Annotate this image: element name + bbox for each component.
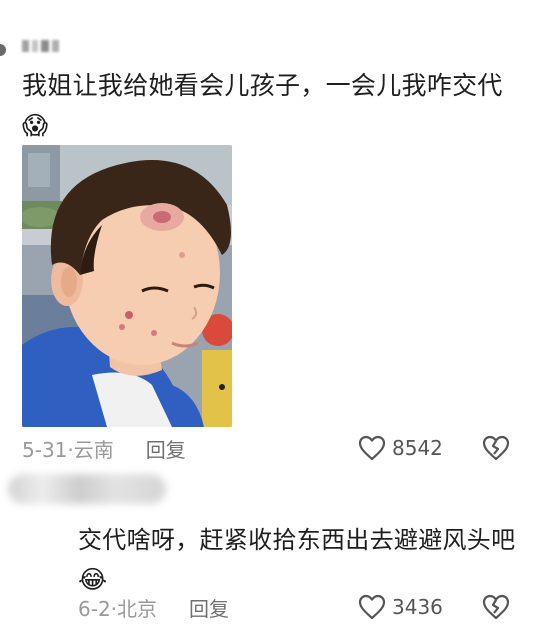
broken-heart-icon [482,594,510,620]
reply-text: 交代啥呀，赶紧收拾东西出去避避风头吧 [78,526,516,554]
laughing-crying-emoji: 😂 [78,565,108,594]
heart-outline-icon [358,594,386,620]
child-photo-illustration [22,145,232,427]
broken-heart-icon [482,435,510,461]
comment-text: 我姐让我给她看会儿孩子，一会儿我咋交代 [22,71,503,100]
like-button[interactable]: 8542 [358,433,443,463]
comment-body: 我姐让我给她看会儿孩子，一会儿我咋交代 😱 [22,67,522,141]
reply-body: 交代啥呀，赶紧收拾东西出去避避风头吧 😂 [78,522,518,596]
reply-like-button[interactable]: 3436 [358,592,443,622]
reply-button[interactable]: 回复 [146,434,186,463]
reply-like-count: 3436 [392,595,443,619]
comment-photo[interactable] [22,145,232,427]
reply-date-location: 6-2·北京 [78,596,158,621]
scream-emoji: 😱 [22,111,49,140]
reply-meta: 6-2·北京 回复 3436 [78,592,518,622]
avatar[interactable] [0,44,6,56]
heart-outline-icon [358,435,386,461]
reply-username-blurred[interactable] [8,474,166,504]
reply-to-reply-button[interactable]: 回复 [189,593,229,622]
like-count: 8542 [392,436,443,460]
dislike-button[interactable] [482,433,510,463]
reply-dislike-button[interactable] [482,592,510,622]
comment-date-location: 5-31·云南 [22,437,114,462]
comment-username-blurred[interactable] [22,38,66,54]
comment-meta: 5-31·云南 回复 8542 [22,433,518,463]
